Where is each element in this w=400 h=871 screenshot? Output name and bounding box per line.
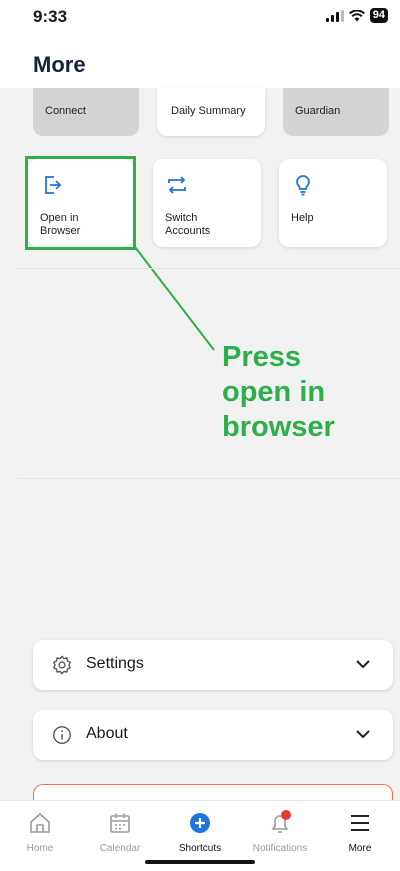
calendar-icon xyxy=(110,813,130,833)
tab-home-label: Home xyxy=(26,843,54,854)
info-icon xyxy=(53,726,71,744)
annotation-line2: open in xyxy=(222,376,326,408)
tab-calendar[interactable]: Calendar xyxy=(80,811,160,854)
plus-circle-icon xyxy=(190,813,210,833)
tab-more-label: More xyxy=(348,843,372,854)
tab-shortcuts[interactable]: Shortcuts xyxy=(160,811,240,854)
tab-notifications[interactable]: Notifications xyxy=(240,810,320,854)
tab-calendar-label: Calendar xyxy=(99,843,141,854)
about-accordion[interactable]: About xyxy=(33,710,393,760)
annotation-text: Press open in browser xyxy=(222,340,335,445)
tab-notifications-label: Notifications xyxy=(252,843,308,854)
tab-home[interactable]: Home xyxy=(0,811,80,854)
gear-icon xyxy=(53,655,71,675)
annotation-line3: browser xyxy=(222,411,335,443)
section-divider xyxy=(18,478,400,479)
tab-more[interactable]: More xyxy=(320,811,400,854)
chevron-down-icon xyxy=(356,730,370,739)
settings-label: Settings xyxy=(86,655,144,672)
bell-icon xyxy=(271,810,291,833)
home-indicator xyxy=(145,860,255,864)
annotation-line1: Press xyxy=(222,341,302,373)
section-divider xyxy=(18,268,400,269)
about-label: About xyxy=(86,725,128,742)
settings-accordion[interactable]: Settings xyxy=(33,640,393,690)
menu-icon xyxy=(351,815,369,831)
chevron-down-icon xyxy=(356,660,370,669)
home-icon xyxy=(30,812,50,833)
tab-shortcuts-label: Shortcuts xyxy=(178,843,222,854)
